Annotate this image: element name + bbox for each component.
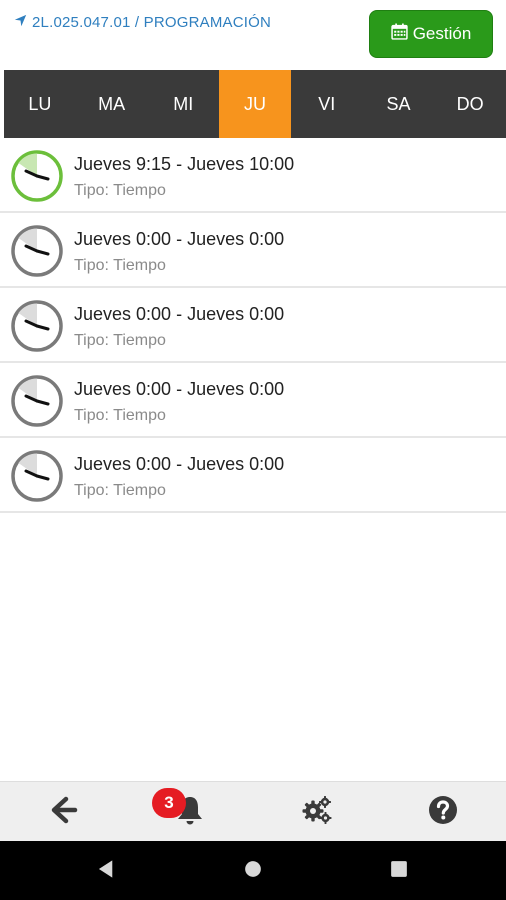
clock-icon — [10, 299, 64, 353]
settings-button[interactable] — [297, 794, 337, 830]
clock-icon — [10, 149, 64, 203]
triangle-back-icon — [95, 858, 117, 885]
system-home-button[interactable] — [239, 857, 267, 885]
tab-mi[interactable]: MI — [147, 70, 219, 138]
tab-vi[interactable]: VI — [291, 70, 363, 138]
schedule-title: Jueves 0:00 - Jueves 0:00 — [74, 379, 285, 399]
list-item[interactable]: Jueves 9:15 - Jueves 10:00 Tipo: Tiempo — [0, 138, 506, 213]
day-tabs: LU MA MI JU VI SA DO — [4, 70, 506, 138]
breadcrumb-text: 2L.025.047.01 / PROGRAMACIÓN — [32, 14, 272, 31]
schedule-title: Jueves 0:00 - Jueves 0:00 — [74, 304, 285, 324]
app-header: 2L.025.047.01 / PROGRAMACIÓN Gestión — [0, 0, 506, 70]
tab-do[interactable]: DO — [434, 70, 506, 138]
location-arrow-icon — [14, 14, 27, 31]
system-navigation-bar — [0, 841, 506, 900]
clock-icon — [10, 449, 64, 503]
gestion-button-label: Gestión — [412, 24, 472, 43]
schedule-type: Tipo: Tiempo — [74, 407, 166, 424]
help-button[interactable] — [423, 794, 463, 830]
gears-icon — [301, 794, 333, 831]
list-item[interactable]: Jueves 0:00 - Jueves 0:00 Tipo: Tiempo — [0, 438, 506, 513]
schedule-type: Tipo: Tiempo — [74, 182, 166, 199]
schedule-title: Jueves 9:15 - Jueves 10:00 — [74, 154, 295, 174]
schedule-type: Tipo: Tiempo — [74, 332, 166, 349]
schedule-title: Jueves 0:00 - Jueves 0:00 — [74, 454, 285, 474]
circle-home-icon — [242, 858, 264, 885]
list-item[interactable]: Jueves 0:00 - Jueves 0:00 Tipo: Tiempo — [0, 288, 506, 363]
tab-lu[interactable]: LU — [4, 70, 76, 138]
breadcrumb[interactable]: 2L.025.047.01 / PROGRAMACIÓN — [14, 14, 271, 31]
clock-icon — [10, 374, 64, 428]
arrow-left-icon — [48, 794, 80, 831]
bottom-toolbar — [0, 781, 506, 841]
system-recents-button[interactable] — [385, 857, 413, 885]
schedule-type: Tipo: Tiempo — [74, 482, 166, 499]
schedule-list: Jueves 9:15 - Jueves 10:00 Tipo: Tiempo … — [0, 138, 506, 513]
system-back-button[interactable] — [92, 857, 120, 885]
clock-icon — [10, 224, 64, 278]
square-recents-icon — [388, 858, 410, 885]
list-item[interactable]: Jueves 0:00 - Jueves 0:00 Tipo: Tiempo — [0, 363, 506, 438]
notification-count-badge: 3 — [152, 788, 186, 818]
gestion-button[interactable]: Gestión — [369, 10, 493, 58]
question-circle-icon — [427, 794, 459, 831]
calendar-icon — [391, 23, 408, 45]
tab-ma[interactable]: MA — [76, 70, 148, 138]
list-item[interactable]: Jueves 0:00 - Jueves 0:00 Tipo: Tiempo — [0, 213, 506, 288]
back-button[interactable] — [44, 794, 84, 830]
tab-ju[interactable]: JU — [219, 70, 291, 138]
schedule-type: Tipo: Tiempo — [74, 257, 166, 274]
tab-sa[interactable]: SA — [363, 70, 435, 138]
schedule-title: Jueves 0:00 - Jueves 0:00 — [74, 229, 285, 249]
